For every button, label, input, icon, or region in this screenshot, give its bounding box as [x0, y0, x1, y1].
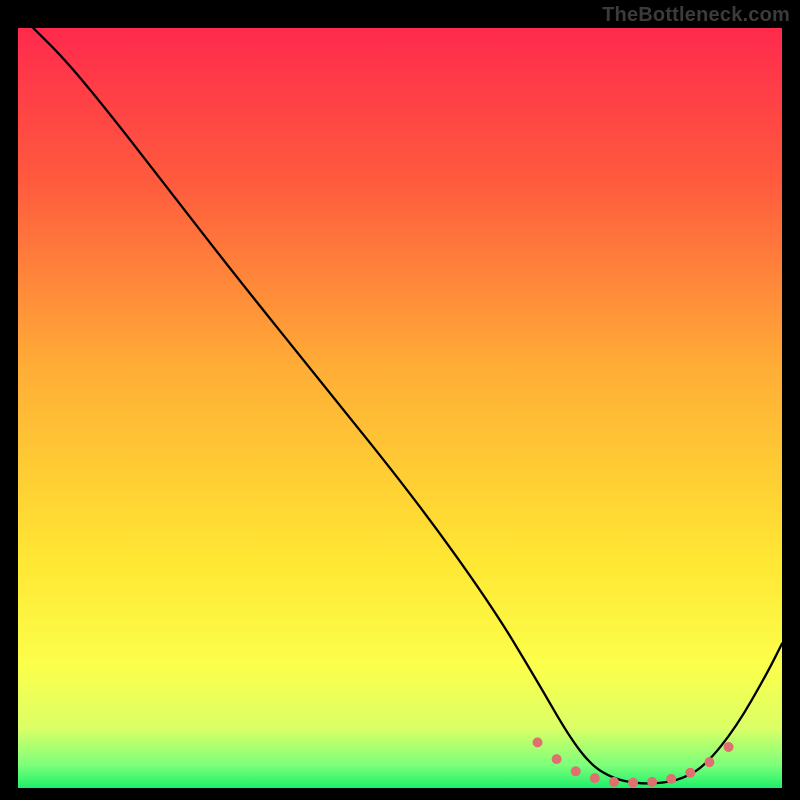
valley-dot [704, 757, 714, 767]
valley-dot [647, 777, 657, 787]
valley-dot [590, 773, 600, 783]
plot-area [18, 28, 782, 788]
valley-dot [552, 754, 562, 764]
valley-dot [724, 742, 734, 752]
valley-dot [571, 766, 581, 776]
valley-dot [628, 778, 638, 788]
valley-dot [666, 774, 676, 784]
valley-dot [533, 737, 543, 747]
valley-dot [685, 768, 695, 778]
chart-stage: TheBottleneck.com [0, 0, 800, 800]
watermark-text: TheBottleneck.com [602, 4, 790, 27]
valley-dot [609, 777, 619, 787]
plot-svg [18, 28, 782, 788]
